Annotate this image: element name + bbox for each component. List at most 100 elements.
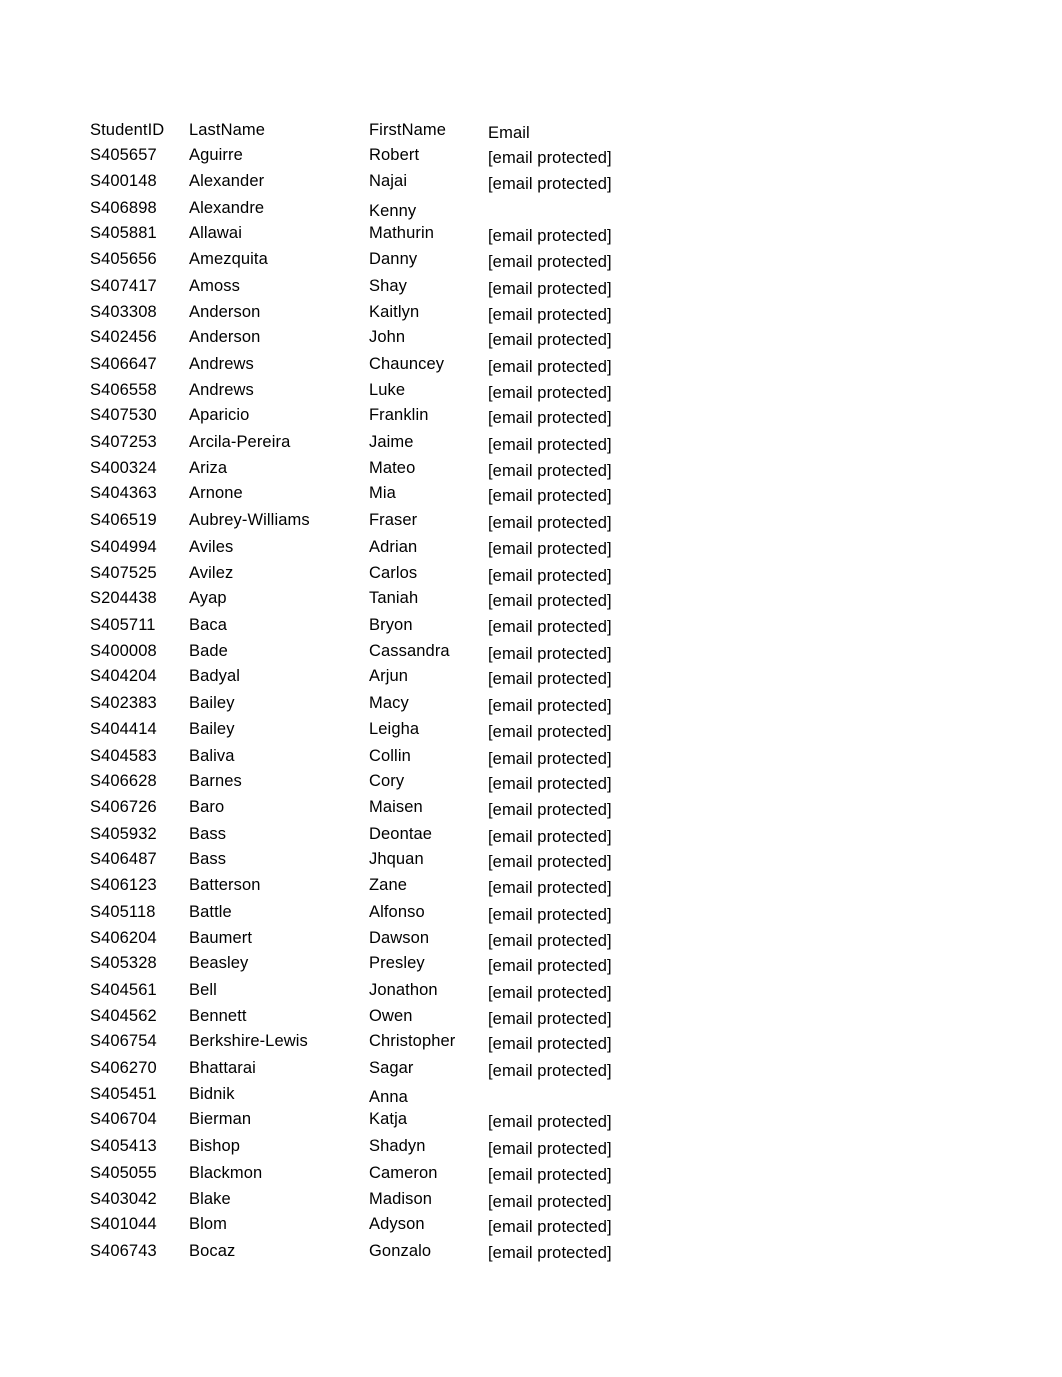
student-id-cell: S404583 (90, 747, 157, 765)
last-name-cell: Andrews (189, 355, 254, 373)
last-name-cell: Baca (189, 616, 228, 634)
first-name-cell: Gonzalo (369, 1242, 432, 1260)
student-id-cell: S400324 (90, 459, 157, 477)
student-id-cell: S406204 (90, 929, 157, 947)
student-id-cell: S406704 (90, 1110, 157, 1128)
email-cell: [email protected] (488, 1193, 612, 1211)
student-id-cell: S404204 (90, 667, 157, 685)
email-cell: [email protected] (488, 567, 612, 585)
email-cell: [email protected] (488, 540, 612, 558)
last-name-cell: Batterson (189, 876, 261, 894)
email-cell: [email protected] (488, 697, 612, 715)
last-name-cell: Beasley (189, 954, 249, 972)
student-id-cell: S405328 (90, 954, 157, 972)
last-name-cell: Barnes (189, 772, 242, 790)
first-name-cell: John (369, 328, 406, 346)
last-name-cell: Blake (189, 1190, 231, 1208)
first-name-cell: Cameron (369, 1164, 438, 1182)
email-cell: [email protected] (488, 645, 612, 663)
first-name-cell: Shadyn (369, 1137, 426, 1155)
last-name-cell: Avilez (189, 564, 234, 582)
email-cell: [email protected] (488, 906, 612, 924)
header-first-name: FirstName (369, 121, 446, 139)
first-name-cell: Bryon (369, 616, 413, 634)
last-name-cell: Berkshire-Lewis (189, 1032, 308, 1050)
last-name-cell: Bierman (189, 1110, 252, 1128)
student-id-cell: S403308 (90, 303, 157, 321)
student-id-cell: S405451 (90, 1085, 157, 1103)
first-name-cell: Christopher (369, 1032, 456, 1050)
last-name-cell: Bass (189, 850, 227, 868)
student-id-cell: S406123 (90, 876, 157, 894)
last-name-cell: Aviles (189, 538, 234, 556)
last-name-cell: Bennett (189, 1007, 247, 1025)
email-cell: [email protected] (488, 723, 612, 741)
student-id-cell: S405118 (90, 903, 156, 921)
last-name-cell: Aguirre (189, 146, 243, 164)
first-name-cell: Leigha (369, 720, 420, 738)
last-name-cell: Anderson (189, 303, 261, 321)
last-name-cell: Amoss (189, 277, 240, 295)
student-id-cell: S407417 (90, 277, 157, 295)
email-cell: [email protected] (488, 1218, 612, 1236)
student-id-cell: S407525 (90, 564, 157, 582)
first-name-cell: Mia (369, 484, 396, 502)
last-name-cell: Bailey (189, 694, 235, 712)
last-name-cell: Bidnik (189, 1085, 235, 1103)
email-cell: [email protected] (488, 670, 612, 688)
last-name-cell: Bocaz (189, 1242, 236, 1260)
last-name-cell: Bade (189, 642, 228, 660)
first-name-cell: Arjun (369, 667, 409, 685)
email-cell: [email protected] (488, 462, 612, 480)
student-id-cell: S405932 (90, 825, 157, 843)
first-name-cell: Kenny (369, 202, 417, 220)
last-name-cell: Arnone (189, 484, 243, 502)
last-name-cell: Baro (189, 798, 225, 816)
email-cell: [email protected] (488, 1010, 612, 1028)
first-name-cell: Adrian (369, 538, 418, 556)
first-name-cell: Jhquan (369, 850, 424, 868)
first-name-cell: Collin (369, 747, 411, 765)
student-id-cell: S406628 (90, 772, 157, 790)
first-name-cell: Madison (369, 1190, 433, 1208)
first-name-cell: Luke (369, 381, 406, 399)
student-roster-sheet: StudentID LastName FirstName Email S4056… (0, 0, 1062, 1377)
student-id-cell: S407530 (90, 406, 157, 424)
first-name-cell: Dawson (369, 929, 430, 947)
email-cell: [email protected] (488, 331, 612, 349)
email-cell: [email protected] (488, 828, 612, 846)
email-cell: [email protected] (488, 487, 612, 505)
email-cell: [email protected] (488, 306, 612, 324)
last-name-cell: Amezquita (189, 250, 268, 268)
email-cell: [email protected] (488, 149, 612, 167)
student-id-cell: S405413 (90, 1137, 157, 1155)
student-id-cell: S406754 (90, 1032, 157, 1050)
last-name-cell: Battle (189, 903, 232, 921)
first-name-cell: Adyson (369, 1215, 425, 1233)
email-cell: [email protected] (488, 358, 612, 376)
email-cell: [email protected] (488, 853, 612, 871)
first-name-cell: Alfonso (369, 903, 425, 921)
email-cell: [email protected] (488, 227, 612, 245)
first-name-cell: Owen (369, 1007, 413, 1025)
email-cell: [email protected] (488, 775, 612, 793)
first-name-cell: Shay (369, 277, 408, 295)
last-name-cell: Arcila-Pereira (189, 433, 291, 451)
student-id-cell: S404414 (90, 720, 157, 738)
email-cell: [email protected] (488, 801, 612, 819)
last-name-cell: Ayap (189, 589, 227, 607)
first-name-cell: Sagar (369, 1059, 414, 1077)
student-id-cell: S405657 (90, 146, 157, 164)
student-id-cell: S402383 (90, 694, 157, 712)
student-id-cell: S405055 (90, 1164, 157, 1182)
student-id-cell: S406647 (90, 355, 157, 373)
email-cell: [email protected] (488, 932, 612, 950)
student-id-cell: S406726 (90, 798, 157, 816)
last-name-cell: Aparicio (189, 406, 250, 424)
header-last-name: LastName (189, 121, 266, 139)
last-name-cell: Badyal (189, 667, 241, 685)
student-id-cell: S407253 (90, 433, 157, 451)
last-name-cell: Bell (189, 981, 217, 999)
first-name-cell: Jonathon (369, 981, 438, 999)
first-name-cell: Cory (369, 772, 405, 790)
